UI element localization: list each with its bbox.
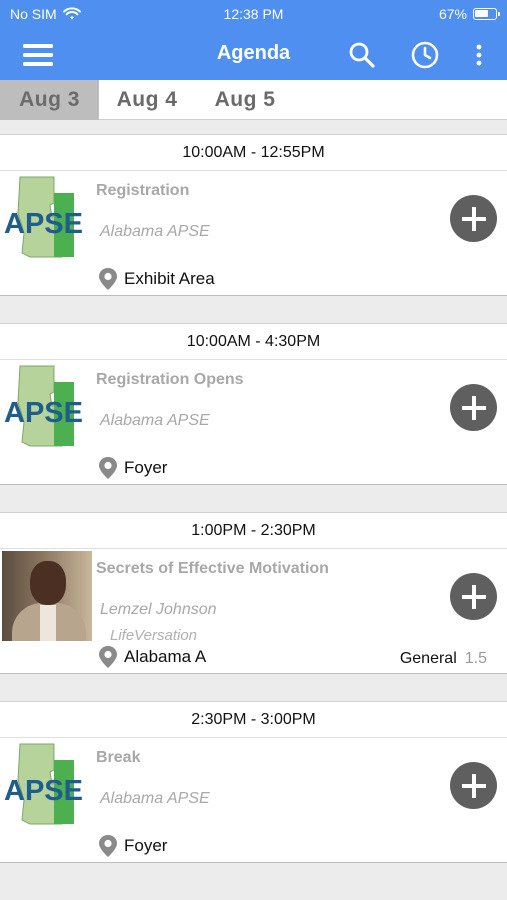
track-label: General [399, 650, 457, 667]
logo-text: APSE [4, 775, 83, 807]
session-location: Foyer [98, 456, 167, 480]
session-speaker: Lemzel Johnson [100, 601, 217, 618]
session-organizer: Alabama APSE [100, 790, 210, 807]
location-pin-icon [99, 457, 117, 479]
session-time: 1:00PM - 2:30PM [0, 513, 507, 549]
session-time: 2:30PM - 3:00PM [0, 702, 507, 738]
clock-icon[interactable] [409, 39, 441, 71]
session-time: 10:00AM - 12:55PM [0, 135, 507, 171]
location-pin-icon [99, 835, 117, 857]
tab-aug-4[interactable]: Aug 4 [106, 80, 188, 120]
location-label: Exhibit Area [124, 269, 215, 288]
session-card[interactable]: 2:30PM - 3:00PM APSE Break Alabama APSE … [0, 701, 507, 863]
session-location: Alabama A [98, 645, 206, 669]
session-time: 10:00AM - 4:30PM [0, 324, 507, 360]
session-track: General 1.5 [400, 650, 487, 668]
session-organizer: Alabama APSE [100, 223, 210, 240]
clock-time: 12:38 PM [223, 6, 284, 22]
app-header: No SIM 12:38 PM 67% Agenda [0, 0, 507, 80]
add-session-button[interactable] [450, 573, 497, 620]
session-location: Exhibit Area [98, 267, 215, 291]
location-label: Foyer [124, 836, 168, 855]
nav-bar: Agenda [0, 30, 507, 80]
session-card[interactable]: 10:00AM - 12:55PM APSE Registration Alab… [0, 134, 507, 296]
more-vertical-icon[interactable] [463, 39, 495, 71]
battery-info: 67% [438, 6, 500, 22]
logo-text: APSE [4, 397, 83, 429]
location-label: Alabama A [124, 647, 207, 666]
add-session-button[interactable] [450, 762, 497, 809]
search-icon[interactable] [346, 39, 378, 71]
location-label: Foyer [124, 458, 168, 477]
session-title: Registration Opens [96, 371, 244, 388]
session-card[interactable]: 1:00PM - 2:30PM Secrets of Effective Mot… [0, 512, 507, 674]
add-session-button[interactable] [450, 384, 497, 431]
status-bar: No SIM 12:38 PM 67% [0, 0, 507, 30]
add-session-button[interactable] [450, 195, 497, 242]
apse-logo: APSE [4, 743, 83, 825]
location-pin-icon [99, 268, 117, 290]
logo-text: APSE [4, 208, 83, 240]
session-organizer: Alabama APSE [100, 412, 210, 429]
location-pin-icon [99, 646, 117, 668]
tab-aug-3[interactable]: Aug 3 [0, 80, 99, 120]
session-location: Foyer [98, 834, 167, 858]
speaker-photo [2, 551, 92, 641]
apse-logo: APSE [4, 176, 83, 258]
battery-icon [473, 8, 500, 20]
tab-aug-5[interactable]: Aug 5 [204, 80, 286, 120]
session-title: Secrets of Effective Motivation [96, 560, 329, 577]
credit-hours: 1.5 [464, 650, 487, 667]
session-card[interactable]: 10:00AM - 4:30PM APSE Registration Opens… [0, 323, 507, 485]
apse-logo: APSE [4, 365, 83, 447]
battery-percent: 67% [438, 6, 467, 22]
session-title: Registration [96, 182, 190, 199]
session-speaker-company: LifeVersation [110, 627, 197, 644]
session-title: Break [96, 749, 141, 766]
date-tabs: Aug 3 Aug 4 Aug 5 [0, 80, 507, 120]
